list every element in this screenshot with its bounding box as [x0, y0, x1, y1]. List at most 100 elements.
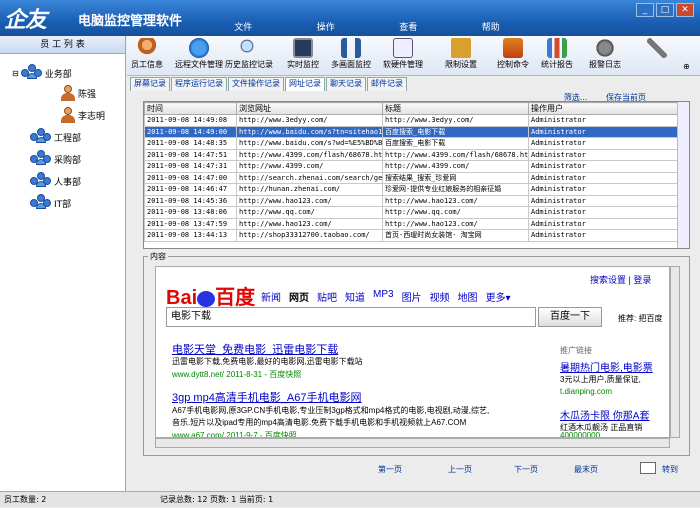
content-horizontal-scrollbar[interactable]	[155, 438, 670, 448]
tab-file-records[interactable]: 文件操作记录	[228, 77, 284, 91]
menu-operation[interactable]: 操作	[317, 20, 335, 34]
first-page-link[interactable]: 第一页	[378, 464, 402, 475]
table-cell: 2011-09-08 14:49:08	[144, 114, 237, 127]
table-cell: Administrator	[528, 206, 679, 219]
ad-1-url[interactable]: t.dianping.com	[560, 387, 612, 396]
history-monitor-button[interactable]: 历史监控记录	[225, 38, 273, 70]
tree-member-chenqiang[interactable]: 陈强	[60, 84, 96, 102]
menu-file[interactable]: 文件	[234, 20, 252, 34]
restriction-settings-button[interactable]: 限制设置	[445, 38, 477, 70]
table-cell: http://www.4399.com/flash/68678.htm	[236, 148, 383, 161]
table-cell: http://hunan.zhenai.com/	[236, 183, 383, 196]
menu-view[interactable]: 查看	[399, 20, 417, 34]
remote-file-button[interactable]: 远程文件管理	[175, 38, 223, 70]
col-url[interactable]: 浏览网址	[236, 102, 383, 115]
tab-screen-records[interactable]: 屏幕记录	[130, 77, 170, 91]
hardware-software-button[interactable]: 软硬件管理	[383, 38, 423, 70]
nav-video[interactable]: 视频	[430, 289, 450, 304]
tab-chat-records[interactable]: 聊天记录	[326, 77, 366, 91]
goto-page-input[interactable]	[640, 462, 656, 474]
table-row[interactable]: 2011-09-08 14:49:00 http://www.baidu.com/…	[144, 125, 679, 138]
baidu-top-links[interactable]: 搜索设置 | 登录	[590, 273, 651, 286]
statistics-report-button[interactable]: 统计报告	[541, 38, 573, 70]
table-row[interactable]: 2011-09-08 14:47:51 http://www.4399.com/f…	[144, 148, 679, 161]
table-cell: http://www.3edyy.com/	[382, 114, 529, 127]
baidu-nav: 新闻 网页 贴吧 知道 MP3 图片 视频 地图 更多▾	[261, 289, 511, 304]
url-records-grid: 时间 浏览网址 标题 操作用户 2011-09-08 14:49:08 http:…	[143, 101, 690, 249]
tree-group-hr[interactable]: 人事部	[30, 172, 81, 190]
nav-map[interactable]: 地图	[458, 289, 478, 304]
ad-2-title[interactable]: 木瓜汤卡限 你那A套	[560, 407, 649, 422]
nav-more[interactable]: 更多▾	[486, 289, 511, 304]
next-page-link[interactable]: 下一页	[514, 464, 538, 475]
paw-icon	[197, 290, 216, 307]
tree-group-engineering[interactable]: 工程部	[30, 128, 81, 146]
nav-images[interactable]: 图片	[402, 289, 422, 304]
table-row[interactable]: 2011-09-08 14:48:35 http://www.baidu.com/…	[144, 137, 679, 150]
control-command-button[interactable]: 控制命令	[497, 38, 529, 70]
employee-info-button[interactable]: 员工信息	[131, 38, 163, 70]
collapse-toolbar-icon[interactable]: ⊕	[683, 62, 690, 71]
content-vertical-scrollbar[interactable]	[670, 266, 680, 438]
realtime-monitor-button[interactable]: 实时监控	[287, 38, 319, 70]
table-cell: http://www.hao123.com/	[382, 194, 529, 207]
table-row[interactable]: 2011-09-08 13:47:59 http://www.hao123.com…	[144, 217, 679, 230]
close-button[interactable]: ✕	[676, 3, 694, 17]
result-2-title[interactable]: 3gp mp4高清手机电影_A67手机电影网	[172, 389, 362, 405]
col-time[interactable]: 时间	[144, 102, 237, 115]
tools-button[interactable]	[647, 38, 667, 59]
lock-icon	[451, 38, 471, 58]
baidu-search-input[interactable]: 电影下载	[166, 307, 536, 327]
table-cell: 首页-西瑷时尚女装馆- 淘宝网	[382, 229, 529, 242]
alarm-log-button[interactable]: 报警日志	[589, 38, 621, 70]
minimize-button[interactable]: _	[636, 3, 654, 17]
nav-tieba[interactable]: 贴吧	[317, 289, 337, 304]
col-user[interactable]: 操作用户	[528, 102, 679, 115]
status-bar: 员工数量: 2 记录总数: 12 页数: 1 当前页: 1	[0, 491, 700, 507]
nav-zhidao[interactable]: 知道	[345, 289, 365, 304]
ad-1-title[interactable]: 暑期热门电影,电影票	[560, 359, 653, 374]
baidu-search-button[interactable]: 百度一下	[538, 307, 602, 327]
table-cell: 2011-09-08 14:45:36	[144, 194, 237, 207]
table-row[interactable]: 2011-09-08 14:49:08 http://www.3edyy.com/…	[144, 114, 679, 127]
table-row[interactable]: 2011-09-08 13:48:06 http://www.qq.com/htt…	[144, 206, 679, 219]
tree-member-lizhiming[interactable]: 李志明	[60, 106, 105, 124]
tab-program-records[interactable]: 程序运行记录	[171, 77, 227, 91]
table-row[interactable]: 2011-09-08 14:47:00 http://search.zhenai.…	[144, 171, 679, 184]
person-icon	[60, 106, 76, 124]
table-cell: http://search.zhenai.com/search/getfast	[236, 171, 383, 184]
goto-link[interactable]: 转到	[662, 464, 678, 475]
grid-scrollbar[interactable]	[677, 102, 689, 248]
table-row[interactable]: 2011-09-08 14:47:31 http://www.4399.com/h…	[144, 160, 679, 173]
tab-mail-records[interactable]: 邮件记录	[367, 77, 407, 91]
table-cell: 珍爱网-提供专业红娘服务的相亲征婚	[382, 183, 529, 196]
table-cell: http://www.4399.com/	[382, 160, 529, 173]
result-2-url[interactable]: www.a67.com/ 2011-9-7 - 百度快照	[172, 430, 297, 437]
tab-url-records[interactable]: 网址记录	[285, 77, 325, 91]
table-cell: Administrator	[528, 229, 679, 242]
baidu-recommend[interactable]: 推荐: 把百度	[618, 313, 662, 324]
ad-1-desc: 3元以上用户,质量保证,	[560, 375, 641, 384]
multi-monitor-button[interactable]: 多画面监控	[331, 38, 371, 70]
tree-group-sales[interactable]: ⊟ 业务部	[12, 64, 72, 82]
table-row[interactable]: 2011-09-08 14:46:47 http://hunan.zhenai.c…	[144, 183, 679, 196]
result-1-url[interactable]: www.dytt8.net/ 2011-8-31 - 百度快照	[172, 369, 301, 380]
table-row[interactable]: 2011-09-08 14:45:36 http://www.hao123.com…	[144, 194, 679, 207]
tree-group-purchasing[interactable]: 采购部	[30, 150, 81, 168]
nav-web[interactable]: 网页	[289, 289, 309, 304]
table-row[interactable]: 2011-09-08 13:44:13 http://shop33312700.t…	[144, 229, 679, 242]
nav-mp3[interactable]: MP3	[373, 289, 394, 304]
maximize-button[interactable]: □	[656, 3, 674, 17]
table-cell: 2011-09-08 13:44:13	[144, 229, 237, 242]
menu-help[interactable]: 帮助	[482, 20, 500, 34]
tree-group-it[interactable]: IT部	[30, 194, 71, 212]
ad-2-url[interactable]: 400000000	[560, 431, 600, 437]
table-cell: http://shop33312700.taobao.com/	[236, 229, 383, 242]
table-cell: http://www.qq.com/	[382, 206, 529, 219]
table-cell: 2011-09-08 14:49:00	[144, 125, 237, 138]
prev-page-link[interactable]: 上一页	[448, 464, 472, 475]
nav-news[interactable]: 新闻	[261, 289, 281, 304]
col-title[interactable]: 标题	[382, 102, 529, 115]
last-page-link[interactable]: 最末页	[574, 464, 598, 475]
result-1-title[interactable]: 电影天堂_免费电影_迅雷电影下载	[172, 341, 338, 357]
